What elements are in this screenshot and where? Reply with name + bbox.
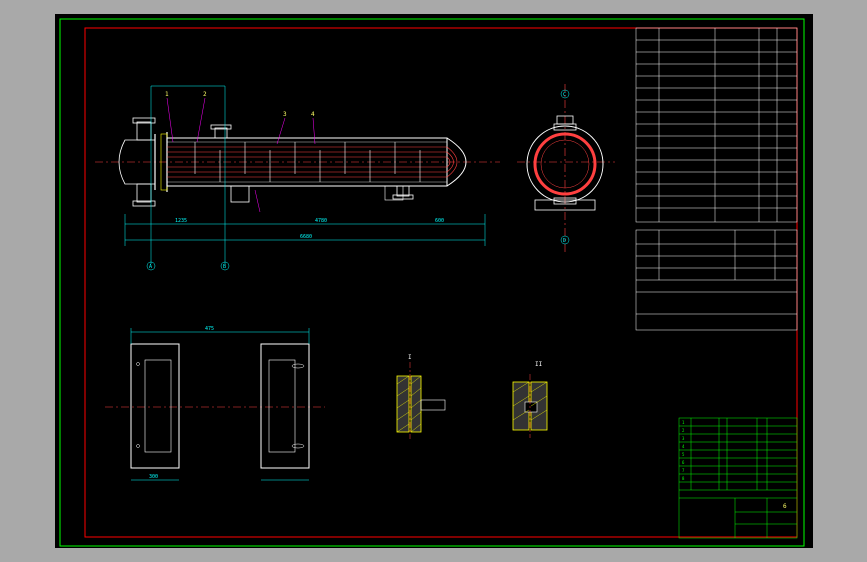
bom-row-1: 1 (682, 420, 685, 425)
outer-frame (59, 18, 805, 547)
title-block-number: 6 (783, 503, 787, 510)
main-exchanger-view: 6680 4780 1235 600 A B 1 2 3 4 (95, 85, 500, 271)
drawing-canvas: 6680 4780 1235 600 A B 1 2 3 4 C D 475 3… (59, 18, 805, 547)
axis-tag-d: D (563, 238, 566, 244)
detail-dim-width: 475 (205, 326, 214, 332)
balloon-1: 1 (165, 91, 169, 98)
dim-left: 1235 (175, 218, 187, 224)
nozzle-table (635, 229, 798, 331)
balloon-2: 2 (203, 91, 207, 98)
bom-row-5: 5 (682, 452, 685, 457)
dim-overall: 6680 (300, 234, 312, 240)
detail-dim-left: 300 (149, 474, 158, 480)
cad-viewport[interactable]: 6680 4780 1235 600 A B 1 2 3 4 C D 475 3… (55, 14, 813, 548)
end-view: C D (517, 84, 615, 254)
bom-row-4: 4 (682, 444, 685, 449)
spec-table (635, 27, 798, 223)
dim-right: 600 (435, 218, 444, 224)
bom-row-6: 6 (682, 460, 685, 465)
inner-frame (84, 27, 798, 538)
bom-row-8: 8 (682, 476, 685, 481)
bom-row-3: 3 (682, 436, 685, 441)
bom-row-2: 2 (682, 428, 685, 433)
balloon-3: 3 (283, 111, 287, 118)
section-II-detail: II (512, 361, 548, 438)
tubesheet-detail: 475 300 (105, 326, 325, 481)
bom-table (678, 417, 798, 539)
section-II-label: II (535, 361, 543, 368)
bom-row-7: 7 (682, 468, 685, 473)
section-I-label: I (408, 354, 412, 361)
dim-span: 4780 (315, 218, 327, 224)
section-I-detail: I (396, 354, 446, 439)
balloon-4: 4 (311, 111, 315, 118)
axis-tag-c: C (563, 92, 566, 98)
axis-tag-a: A (149, 264, 152, 270)
axis-tag-b: B (223, 264, 226, 270)
